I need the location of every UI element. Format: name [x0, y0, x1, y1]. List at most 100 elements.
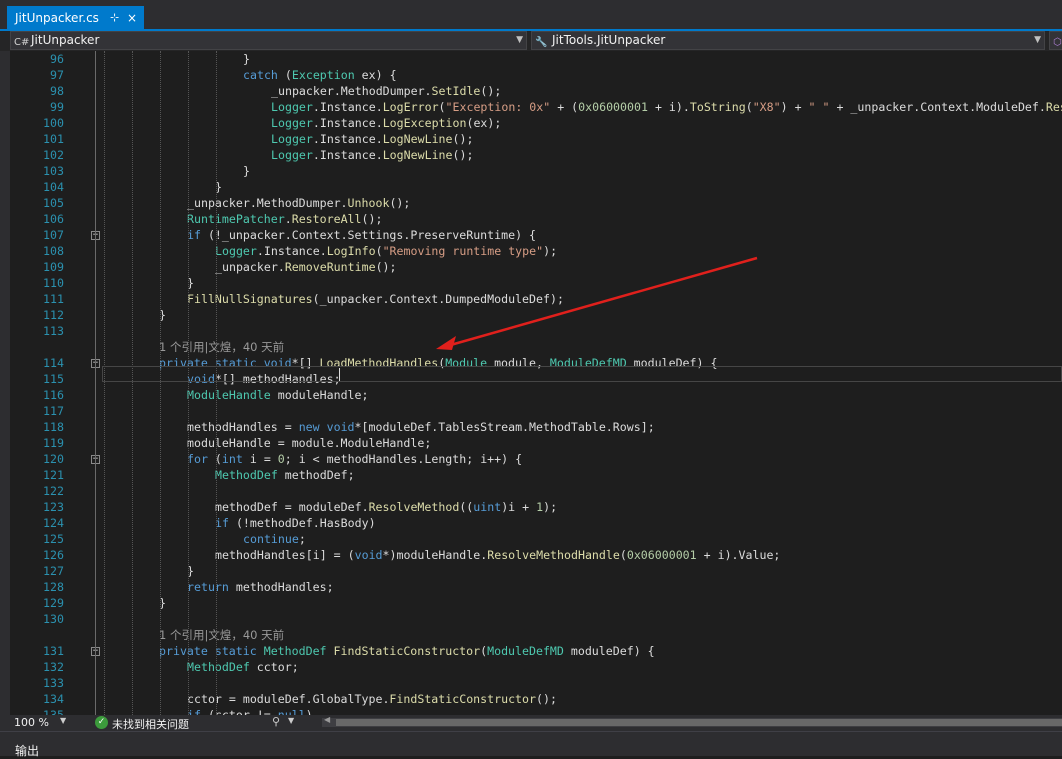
line-number: 99	[50, 100, 64, 114]
indent-guide	[216, 51, 217, 715]
pin-icon[interactable]: ⊹	[110, 6, 119, 30]
line-number: 111	[43, 292, 64, 306]
code-line[interactable]: return methodHandles;	[187, 579, 334, 595]
code-line[interactable]: methodHandles = new void*[moduleDef.Tabl…	[187, 419, 655, 435]
outlining-line	[95, 51, 96, 715]
scroll-left-icon[interactable]: ◀	[324, 715, 330, 724]
code-line[interactable]: methodHandles[i] = (void*)moduleHandle.R…	[215, 547, 780, 563]
navigation-bar: C# JitUnpacker ▼ 🔧 JitTools.JitUnpacker …	[0, 31, 1062, 52]
code-line[interactable]: Logger.Instance.LogError("Exception: 0x"…	[271, 99, 1062, 115]
project-dropdown[interactable]: C# JitUnpacker ▼	[10, 31, 527, 50]
code-line[interactable]: _unpacker.RemoveRuntime();	[215, 259, 397, 275]
line-number: 115	[43, 372, 64, 386]
code-line[interactable]: _unpacker.MethodDumper.SetIdle();	[271, 83, 501, 99]
code-lens[interactable]: 1 个引用|文煌，40 天前	[159, 339, 284, 355]
editor-status-bar: 100 % ▼ ✓ 未找到相关问题 ⚲ ▼ ◀	[0, 715, 1062, 731]
code-line[interactable]: _unpacker.MethodDumper.Unhook();	[187, 195, 410, 211]
line-number: 114	[43, 356, 64, 370]
line-number: 119	[43, 436, 64, 450]
type-dropdown[interactable]: 🔧 JitTools.JitUnpacker ▼	[531, 31, 1045, 50]
line-number: 122	[43, 484, 64, 498]
code-line[interactable]: for (int i = 0; i < methodHandles.Length…	[187, 451, 522, 467]
code-line[interactable]: MethodDef cctor;	[187, 659, 299, 675]
line-number: 124	[43, 516, 64, 530]
line-number: 121	[43, 468, 64, 482]
chevron-down-icon[interactable]: ▼	[288, 716, 294, 725]
method-icon: ⬡	[1053, 37, 1062, 48]
code-line[interactable]: MethodDef methodDef;	[215, 467, 355, 483]
horizontal-scroll-thumb[interactable]	[336, 719, 1062, 726]
line-number: 131	[43, 644, 64, 658]
line-number: 107	[43, 228, 64, 242]
line-number: 130	[43, 612, 64, 626]
zoom-level[interactable]: 100 %	[14, 716, 49, 729]
line-number: 106	[43, 212, 64, 226]
project-name: JitUnpacker	[31, 33, 100, 47]
line-number: 125	[43, 532, 64, 546]
line-number: 110	[43, 276, 64, 290]
brush-icon[interactable]: ⚲	[272, 715, 280, 728]
line-number: 133	[43, 676, 64, 690]
issues-status[interactable]: 未找到相关问题	[112, 716, 189, 732]
class-icon: 🔧	[535, 37, 548, 48]
code-line[interactable]: }	[243, 51, 250, 67]
code-line[interactable]: Logger.Instance.LogNewLine();	[271, 147, 473, 163]
code-line[interactable]: FillNullSignatures(_unpacker.Context.Dum…	[187, 291, 564, 307]
code-line[interactable]: if (!methodDef.HasBody)	[215, 515, 376, 531]
line-number: 132	[43, 660, 64, 674]
text-caret	[339, 368, 340, 381]
line-number: 128	[43, 580, 64, 594]
indent-guide	[160, 51, 161, 715]
line-number: 103	[43, 164, 64, 178]
document-tab-bar: JitUnpacker.cs ⊹ ×	[0, 0, 1062, 31]
close-icon[interactable]: ×	[127, 6, 137, 30]
code-line[interactable]: if (cctor != null)	[187, 707, 313, 715]
code-line[interactable]: continue;	[243, 531, 306, 547]
code-line[interactable]: private static MethodDef FindStaticConst…	[159, 643, 655, 659]
line-number: 116	[43, 388, 64, 402]
line-number: 127	[43, 564, 64, 578]
indent-guide	[188, 51, 189, 715]
type-name: JitTools.JitUnpacker	[552, 33, 666, 47]
code-line[interactable]: ModuleHandle moduleHandle;	[187, 387, 369, 403]
horizontal-scrollbar[interactable]	[322, 718, 1062, 727]
code-line[interactable]: catch (Exception ex) {	[243, 67, 397, 83]
csharp-project-icon: C#	[14, 37, 30, 48]
check-circle-icon: ✓	[95, 716, 108, 729]
line-number: 97	[50, 68, 64, 82]
code-line[interactable]: Logger.Instance.LogException(ex);	[271, 115, 501, 131]
code-line[interactable]: Logger.Instance.LogInfo("Removing runtim…	[215, 243, 557, 259]
code-lens[interactable]: 1 个引用|文煌，40 天前	[159, 627, 284, 643]
line-number: 105	[43, 196, 64, 210]
chevron-down-icon[interactable]: ▼	[60, 716, 66, 725]
line-number: 112	[43, 308, 64, 322]
code-line[interactable]: }	[243, 163, 250, 179]
code-line[interactable]: Logger.Instance.LogNewLine();	[271, 131, 473, 147]
line-number: 101	[43, 132, 64, 146]
line-number: 129	[43, 596, 64, 610]
current-line-highlight	[102, 366, 1062, 382]
tab-title: JitUnpacker.cs	[15, 11, 99, 25]
line-number: 98	[50, 84, 64, 98]
code-line[interactable]: if (!_unpacker.Context.Settings.Preserve…	[187, 227, 536, 243]
line-number: 134	[43, 692, 64, 706]
line-number: 96	[50, 52, 64, 66]
line-number: 113	[43, 324, 64, 338]
chevron-down-icon: ▼	[1034, 35, 1041, 45]
line-number: 123	[43, 500, 64, 514]
code-editor[interactable]: 96} 97 catch (Exception ex) { 98 _unpacker.M…	[10, 51, 1062, 715]
line-number: 135	[43, 708, 64, 715]
indent-guide	[104, 51, 105, 715]
line-number: 120	[43, 452, 64, 466]
chevron-down-icon: ▼	[516, 35, 523, 45]
line-number: 117	[43, 404, 64, 418]
code-line[interactable]: moduleHandle = module.ModuleHandle;	[187, 435, 431, 451]
code-line[interactable]: methodDef = moduleDef.ResolveMethod((uin…	[215, 499, 557, 515]
member-dropdown[interactable]: ⬡	[1049, 31, 1062, 50]
line-number: 102	[43, 148, 64, 162]
output-panel-title[interactable]: 输出	[15, 742, 39, 759]
editor-left-margin	[0, 51, 10, 715]
code-line[interactable]: cctor = moduleDef.GlobalType.FindStaticC…	[187, 691, 557, 707]
tab-jitunpacker-cs[interactable]: JitUnpacker.cs ⊹ ×	[7, 6, 144, 30]
line-number: 104	[43, 180, 64, 194]
